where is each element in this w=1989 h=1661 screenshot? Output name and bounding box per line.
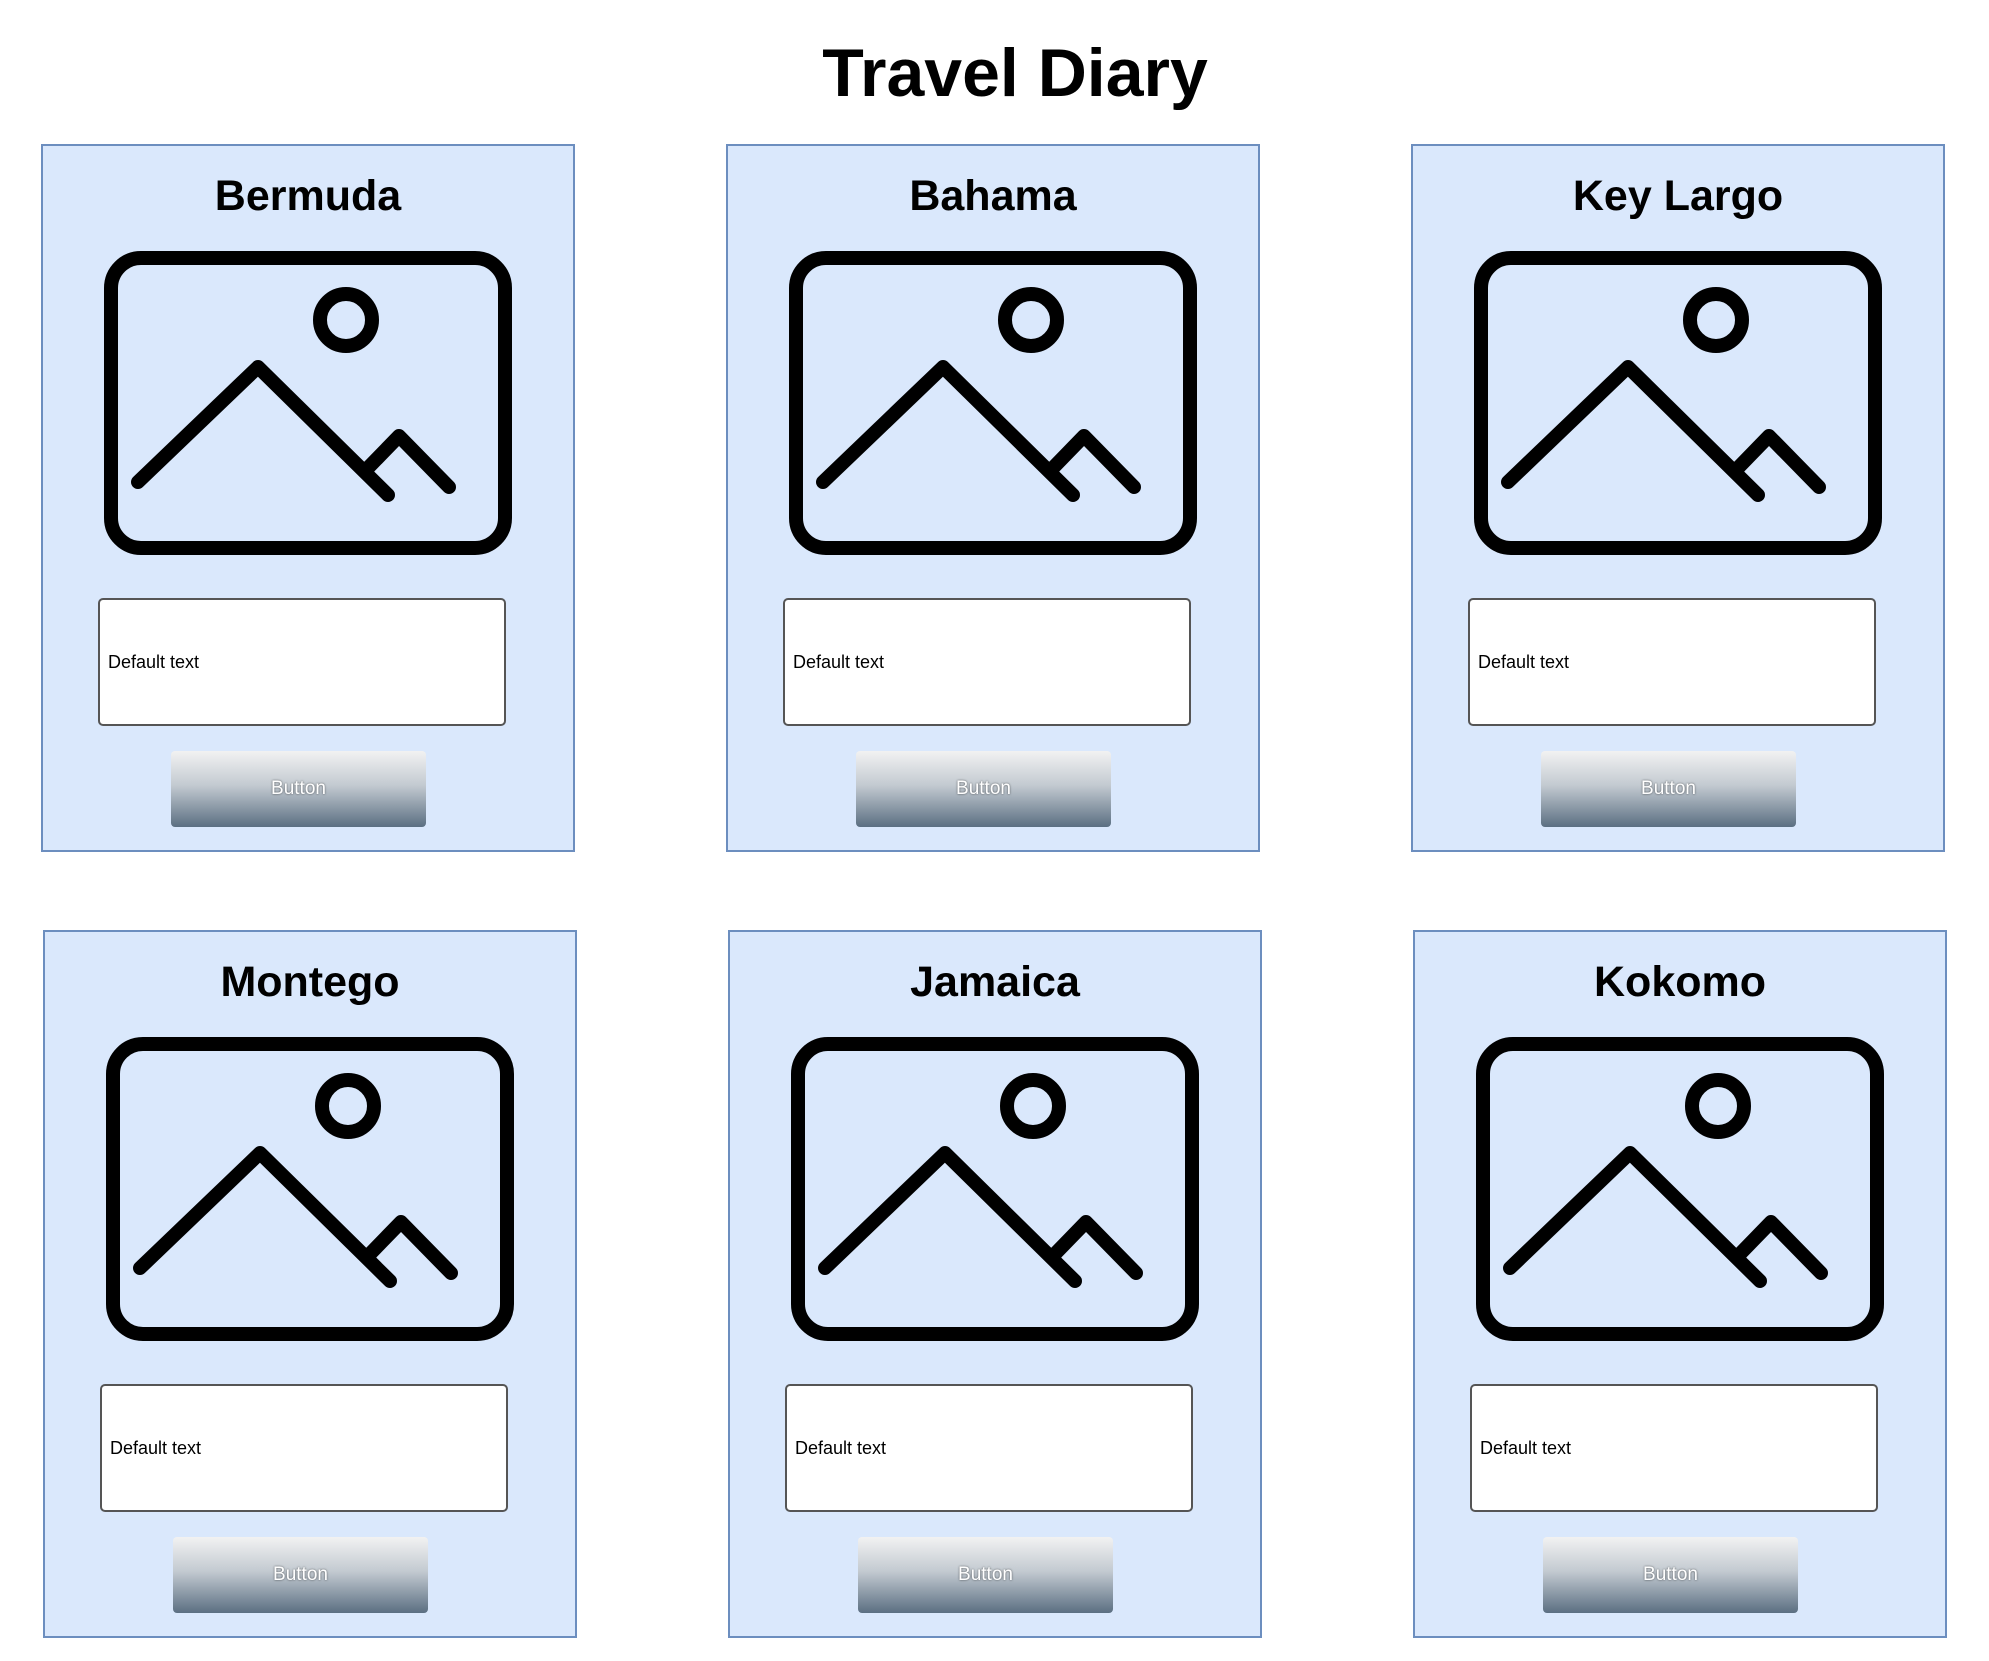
card-button[interactable]: Button bbox=[856, 751, 1111, 827]
card-title: Montego bbox=[220, 958, 400, 1006]
card-title: Jamaica bbox=[910, 958, 1080, 1006]
destination-card-bermuda: Bermuda Default text Button bbox=[41, 144, 575, 852]
text-field[interactable]: Default text bbox=[785, 1384, 1193, 1512]
text-field[interactable]: Default text bbox=[1468, 598, 1876, 726]
text-field[interactable]: Default text bbox=[98, 598, 506, 726]
destination-card-kokomo: Kokomo Default text Button bbox=[1413, 930, 1947, 1638]
card-button[interactable]: Button bbox=[1543, 1537, 1798, 1613]
card-button[interactable]: Button bbox=[1541, 751, 1796, 827]
image-placeholder-icon bbox=[103, 250, 513, 556]
card-title: Key Largo bbox=[1572, 172, 1784, 220]
image-placeholder-icon bbox=[790, 1036, 1200, 1342]
card-button[interactable]: Button bbox=[858, 1537, 1113, 1613]
destination-card-montego: Montego Default text Button bbox=[43, 930, 577, 1638]
text-field[interactable]: Default text bbox=[1470, 1384, 1878, 1512]
card-title: Kokomo bbox=[1594, 958, 1766, 1006]
image-placeholder-icon bbox=[788, 250, 1198, 556]
image-placeholder-icon bbox=[105, 1036, 515, 1342]
page-title: Travel Diary bbox=[822, 35, 1208, 111]
text-field[interactable]: Default text bbox=[100, 1384, 508, 1512]
card-button[interactable]: Button bbox=[173, 1537, 428, 1613]
destination-card-bahama: Bahama Default text Button bbox=[726, 144, 1260, 852]
card-title: Bahama bbox=[909, 172, 1077, 220]
destination-card-jamaica: Jamaica Default text Button bbox=[728, 930, 1262, 1638]
card-title: Bermuda bbox=[214, 172, 402, 220]
image-placeholder-icon bbox=[1475, 1036, 1885, 1342]
destination-card-key-largo: Key Largo Default text Button bbox=[1411, 144, 1945, 852]
image-placeholder-icon bbox=[1473, 250, 1883, 556]
text-field[interactable]: Default text bbox=[783, 598, 1191, 726]
card-button[interactable]: Button bbox=[171, 751, 426, 827]
